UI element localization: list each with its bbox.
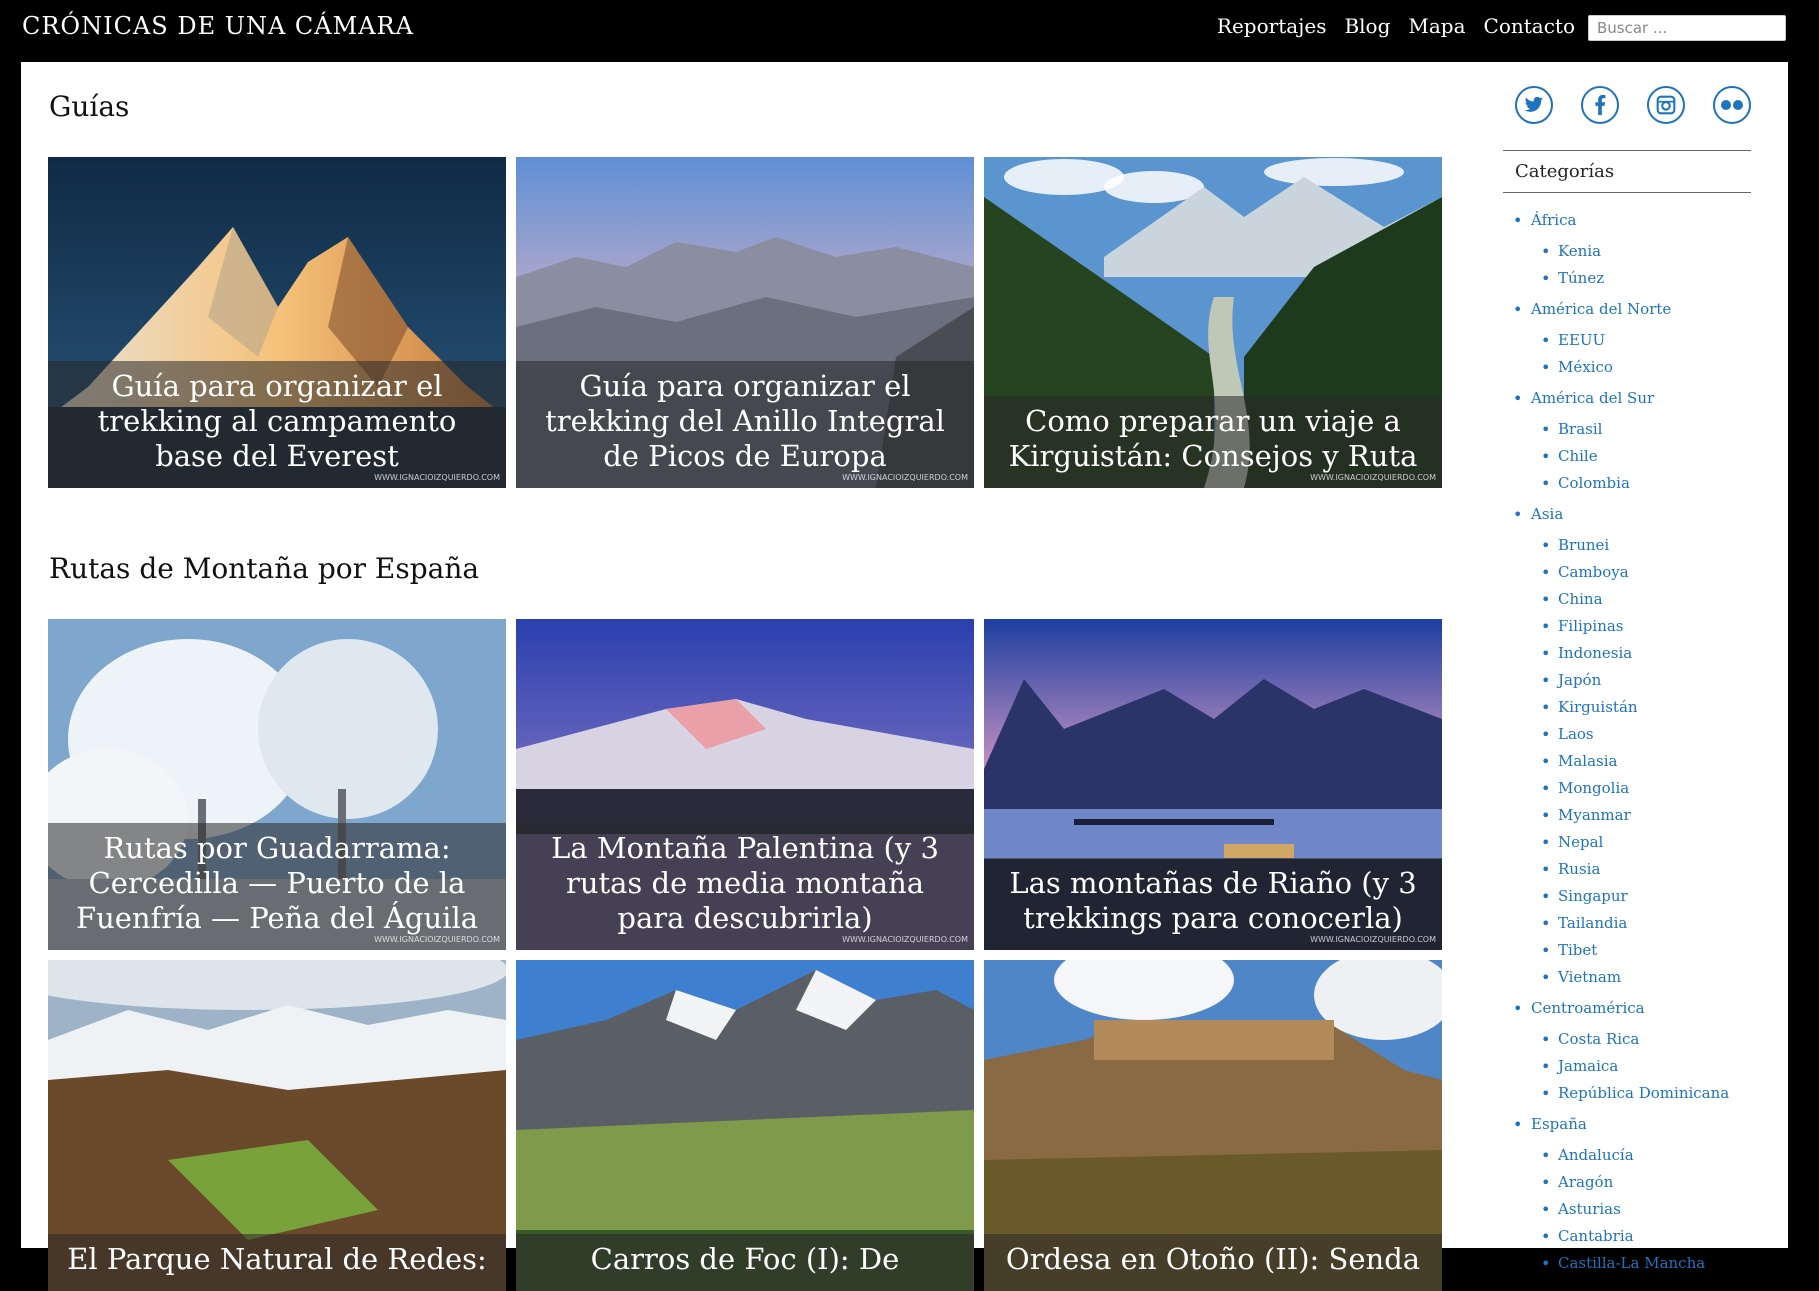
category-item[interactable]: Asia BruneiCamboyaChinaFilipinasIndonesia…: [1503, 501, 1751, 991]
watermark: WWW.IGNACIOIZQUIERDO.COM: [842, 935, 968, 944]
subcategory-item[interactable]: Brunei: [1531, 532, 1751, 559]
subcategory-item[interactable]: Tibet: [1531, 937, 1751, 964]
subcategory-item[interactable]: Kirguistán: [1531, 694, 1751, 721]
post-card-caption[interactable]: Carros de Foc (I): De: [516, 1234, 974, 1291]
nav-reportajes[interactable]: Reportajes: [1217, 14, 1327, 38]
post-card-carros-de-foc[interactable]: Carros de Foc (I): De: [516, 960, 974, 1291]
subcategory-item[interactable]: Cantabria: [1531, 1223, 1751, 1250]
subcategory-item[interactable]: Rusia: [1531, 856, 1751, 883]
subcategory-item[interactable]: Chile: [1531, 443, 1751, 470]
flickr-icon[interactable]: [1713, 86, 1751, 124]
subcategory-item[interactable]: Asturias: [1531, 1196, 1751, 1223]
category-link[interactable]: Asia: [1531, 505, 1563, 523]
post-card-kirguistan[interactable]: Como preparar un viaje a Kirguistán: Con…: [984, 157, 1442, 488]
categories-title: Categorías: [1503, 150, 1751, 193]
twitter-icon[interactable]: [1515, 86, 1553, 124]
post-card-guadarrama[interactable]: Rutas por Guadarrama: Cercedilla — Puert…: [48, 619, 506, 950]
subcategory-item[interactable]: Singapur: [1531, 883, 1751, 910]
subcategory-item[interactable]: Brasil: [1531, 416, 1751, 443]
subcategory-item[interactable]: Nepal: [1531, 829, 1751, 856]
subcategory-item[interactable]: Tailandia: [1531, 910, 1751, 937]
post-card-caption[interactable]: Guía para organizar el trekking al campa…: [48, 361, 506, 488]
post-card-everest[interactable]: Guía para organizar el trekking al campa…: [48, 157, 506, 488]
post-card-palentina[interactable]: La Montaña Palentina (y 3 rutas de media…: [516, 619, 974, 950]
categories-widget: Categorías ÁfricaKeniaTúnezAmérica del N…: [1503, 150, 1751, 1281]
subcategory-list: BruneiCamboyaChinaFilipinasIndonesiaJapó…: [1531, 532, 1751, 991]
subcategory-item[interactable]: Mongolia: [1531, 775, 1751, 802]
watermark: WWW.IGNACIOIZQUIERDO.COM: [842, 473, 968, 482]
post-card-caption[interactable]: El Parque Natural de Redes:: [48, 1234, 506, 1291]
rutas-grid: Rutas por Guadarrama: Cercedilla — Puert…: [48, 619, 1442, 1291]
category-item[interactable]: África KeniaTúnez: [1503, 207, 1751, 292]
subcategory-item[interactable]: Aragón: [1531, 1169, 1751, 1196]
facebook-icon[interactable]: [1581, 86, 1619, 124]
category-link[interactable]: América del Sur: [1531, 389, 1654, 407]
watermark: WWW.IGNACIOIZQUIERDO.COM: [374, 935, 500, 944]
subcategory-list: EEUUMéxico: [1531, 327, 1751, 381]
post-card-caption[interactable]: Guía para organizar el trekking del Anil…: [516, 361, 974, 488]
watermark: WWW.IGNACIOIZQUIERDO.COM: [374, 473, 500, 482]
post-card-picos[interactable]: Guía para organizar el trekking del Anil…: [516, 157, 974, 488]
subcategory-item[interactable]: México: [1531, 354, 1751, 381]
subcategory-item[interactable]: Túnez: [1531, 265, 1751, 292]
search-input[interactable]: [1588, 15, 1786, 41]
subcategory-item[interactable]: Andalucía: [1531, 1142, 1751, 1169]
category-link[interactable]: España: [1531, 1115, 1587, 1133]
nav-blog[interactable]: Blog: [1344, 14, 1390, 38]
subcategory-item[interactable]: Japón: [1531, 667, 1751, 694]
subcategory-list: KeniaTúnez: [1531, 238, 1751, 292]
main-nav: Reportajes Blog Mapa Contacto: [1217, 14, 1575, 38]
subcategory-item[interactable]: Costa Rica: [1531, 1026, 1751, 1053]
subcategory-item[interactable]: EEUU: [1531, 327, 1751, 354]
subcategory-list: AndalucíaAragónAsturiasCantabriaCastilla…: [1531, 1142, 1751, 1277]
nav-contacto[interactable]: Contacto: [1484, 14, 1575, 38]
subcategory-item[interactable]: Kenia: [1531, 238, 1751, 265]
subcategory-item[interactable]: Filipinas: [1531, 613, 1751, 640]
categories-list: África KeniaTúnez América del Norte EEUUMéx…: [1503, 207, 1751, 1277]
category-item[interactable]: América del Norte EEUUMéxico: [1503, 296, 1751, 381]
subcategory-item[interactable]: Jamaica: [1531, 1053, 1751, 1080]
instagram-icon[interactable]: [1647, 86, 1685, 124]
subcategory-item[interactable]: República Dominicana: [1531, 1080, 1751, 1107]
guias-grid: Guía para organizar el trekking al campa…: [48, 157, 1442, 488]
subcategory-list: BrasilChileColombia: [1531, 416, 1751, 497]
post-card-redes[interactable]: El Parque Natural de Redes:: [48, 960, 506, 1291]
category-link[interactable]: América del Norte: [1531, 300, 1671, 318]
social-links: [1515, 86, 1751, 124]
subcategory-list: Costa RicaJamaicaRepública Dominicana: [1531, 1026, 1751, 1107]
post-card-riano[interactable]: Las montañas de Riaño (y 3 trekkings par…: [984, 619, 1442, 950]
subcategory-item[interactable]: Camboya: [1531, 559, 1751, 586]
category-item[interactable]: Centroamérica Costa RicaJamaicaRepública …: [1503, 995, 1751, 1107]
category-item[interactable]: España AndalucíaAragónAsturiasCantabriaCa…: [1503, 1111, 1751, 1277]
post-card-caption[interactable]: Rutas por Guadarrama: Cercedilla — Puert…: [48, 823, 506, 950]
category-item[interactable]: América del Sur BrasilChileColombia: [1503, 385, 1751, 497]
subcategory-item[interactable]: Malasia: [1531, 748, 1751, 775]
category-link[interactable]: Centroamérica: [1531, 999, 1645, 1017]
section-title-rutas: Rutas de Montaña por España: [49, 552, 480, 585]
watermark: WWW.IGNACIOIZQUIERDO.COM: [1310, 473, 1436, 482]
category-link[interactable]: África: [1531, 211, 1576, 229]
top-header: CRÓNICAS DE UNA CÁMARA Reportajes Blog M…: [0, 0, 1819, 62]
site-title[interactable]: CRÓNICAS DE UNA CÁMARA: [22, 12, 414, 40]
post-card-caption[interactable]: Ordesa en Otoño (II): Senda: [984, 1234, 1442, 1291]
post-card-caption[interactable]: La Montaña Palentina (y 3 rutas de media…: [516, 823, 974, 950]
post-card-ordesa[interactable]: Ordesa en Otoño (II): Senda: [984, 960, 1442, 1291]
watermark: WWW.IGNACIOIZQUIERDO.COM: [1310, 935, 1436, 944]
subcategory-item[interactable]: China: [1531, 586, 1751, 613]
content-panel: Guías Guía para organizar el trekking al…: [21, 62, 1788, 1291]
section-title-guias: Guías: [49, 90, 130, 123]
subcategory-item[interactable]: Indonesia: [1531, 640, 1751, 667]
subcategory-item[interactable]: Castilla-La Mancha: [1531, 1250, 1751, 1277]
subcategory-item[interactable]: Colombia: [1531, 470, 1751, 497]
subcategory-item[interactable]: Laos: [1531, 721, 1751, 748]
subcategory-item[interactable]: Myanmar: [1531, 802, 1751, 829]
nav-mapa[interactable]: Mapa: [1408, 14, 1465, 38]
subcategory-item[interactable]: Vietnam: [1531, 964, 1751, 991]
